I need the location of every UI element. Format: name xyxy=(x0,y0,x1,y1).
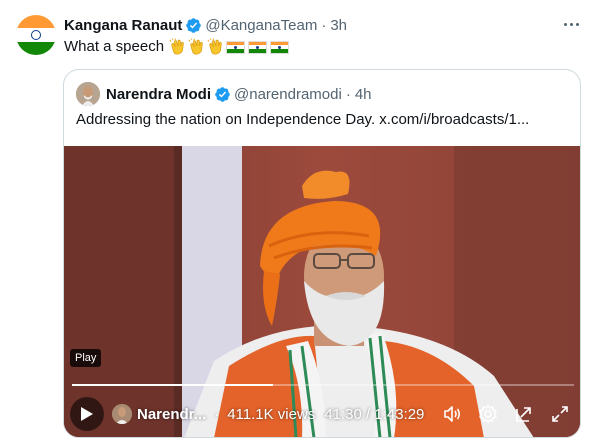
quoted-author-name[interactable]: Narendra Modi xyxy=(106,86,211,103)
play-button[interactable] xyxy=(70,397,104,431)
author-name[interactable]: Kangana Ranaut xyxy=(64,17,182,34)
more-options-icon[interactable] xyxy=(559,14,583,34)
india-flag-icon xyxy=(270,40,290,54)
india-flag-icon xyxy=(248,40,268,54)
verified-badge-icon xyxy=(186,17,202,33)
video-player[interactable]: Play Narendr... · 411.1K views 41:30 / 1… xyxy=(64,146,580,437)
clapping-hands-icon xyxy=(169,38,184,55)
quoted-author-handle[interactable]: @narendramodi xyxy=(234,86,342,103)
quoted-tweet-card[interactable]: Narendra Modi @narendramodi · 4h Address… xyxy=(63,69,581,438)
video-progress-bar[interactable] xyxy=(72,384,574,386)
tweet-header: Kangana Ranaut @KanganaTeam · 3h xyxy=(64,15,347,35)
verified-badge-icon xyxy=(215,86,230,102)
time-display: 41:30 / 1:43:29 xyxy=(324,405,425,423)
quoted-tweet-time[interactable]: 4h xyxy=(355,86,372,103)
dot-separator: · xyxy=(214,405,220,423)
quoted-tweet-text: Addressing the nation on Independence Da… xyxy=(76,111,530,128)
fullscreen-icon[interactable] xyxy=(550,404,570,424)
quoted-tweet-header: Narendra Modi @narendramodi · 4h xyxy=(76,82,372,106)
author-avatar[interactable] xyxy=(16,15,56,55)
separator-dot: · xyxy=(321,16,327,34)
broadcaster-avatar[interactable] xyxy=(112,404,132,424)
video-controls: Narendr... · 411.1K views 41:30 / 1:43:2… xyxy=(64,390,580,437)
volume-icon[interactable] xyxy=(442,404,462,424)
emoji-row xyxy=(169,38,291,56)
video-progress-fill xyxy=(72,384,273,386)
play-tooltip: Play xyxy=(70,349,102,367)
india-flag-icon xyxy=(226,40,246,54)
play-icon xyxy=(81,407,93,421)
broadcaster-name[interactable]: Narendr... xyxy=(137,406,206,423)
tweet-time[interactable]: 3h xyxy=(330,17,347,34)
video-right-controls xyxy=(442,404,570,424)
author-handle[interactable]: @KanganaTeam xyxy=(205,17,317,34)
settings-icon[interactable] xyxy=(478,404,498,424)
quoted-author-avatar[interactable] xyxy=(76,82,100,106)
clapping-hands-icon xyxy=(207,38,222,55)
tweet-text: What a speech xyxy=(64,37,291,57)
picture-in-picture-icon[interactable] xyxy=(514,404,534,424)
clapping-hands-icon xyxy=(188,38,203,55)
ashoka-chakra-icon xyxy=(31,30,41,40)
view-count: 411.1K views xyxy=(227,405,316,423)
separator-dot: · xyxy=(345,85,351,103)
tweet-body: What a speech xyxy=(64,38,165,55)
